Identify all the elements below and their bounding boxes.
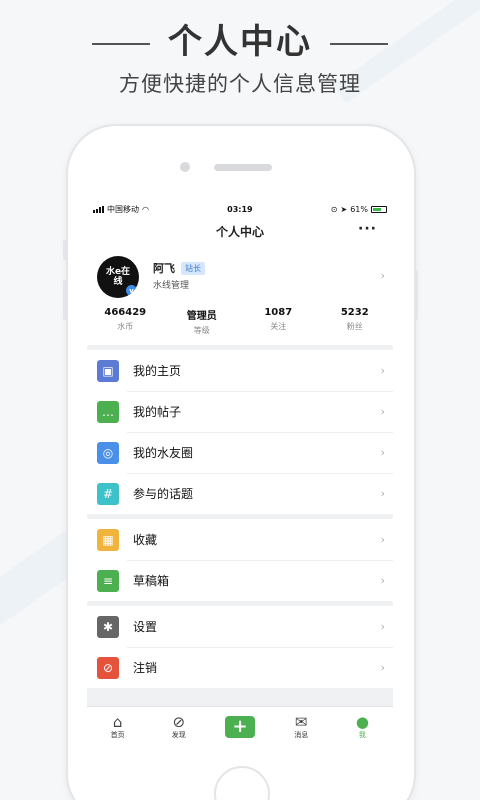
plus-icon: + [225, 715, 255, 738]
role-badge: 站长 [181, 261, 205, 275]
promo-title-row: 个人中心 [0, 14, 480, 63]
menu-item[interactable]: ≡ 草稿箱 › [87, 560, 393, 601]
menu-item[interactable]: ◎ 我的水友圈 › [87, 432, 393, 473]
stat-value: 5232 [340, 307, 369, 318]
location-icon: ➤ [340, 204, 348, 214]
menu-item-label: 草稿箱 [133, 574, 170, 588]
avatar: 水e在线 v [97, 256, 139, 298]
chevron-right-icon: › [380, 487, 385, 500]
phone-speaker [214, 164, 272, 171]
chevron-right-icon: › [380, 405, 385, 418]
stat-label: 等级 [193, 326, 210, 335]
person-icon: ● [355, 712, 369, 731]
more-button[interactable]: ··· [358, 221, 377, 237]
tab-label: 消息 [294, 730, 309, 739]
menu-item[interactable]: ▣ 我的主页 › [87, 350, 393, 391]
tab-bar: ⌂ 首页 ⊘ 发现 + ✉ 消息 ● 我 [87, 706, 393, 746]
compass-icon: ⊘ [172, 712, 186, 731]
menu-item[interactable]: ✱ 设置 › [87, 606, 393, 647]
phone-camera [180, 162, 190, 172]
battery-percent: 61% [350, 204, 368, 214]
tab-person[interactable]: ● 我 [332, 707, 393, 746]
phone-side-button [63, 240, 67, 260]
chevron-right-icon: › [380, 364, 385, 377]
home-icon: ⌂ [112, 712, 123, 731]
signal-icon [93, 205, 104, 213]
menu-item-label: 我的帖子 [133, 405, 182, 419]
menu-item-label: 注销 [133, 661, 158, 675]
stat-1[interactable]: 管理员 等级 [164, 307, 241, 345]
tab-label: 首页 [110, 730, 125, 739]
menu-group: ▣ 我的主页 › … 我的帖子 › ◎ 我的水友圈 › # 参与的话题 › [87, 350, 393, 514]
phone-home-button [214, 766, 270, 800]
stat-0[interactable]: 466429 水币 [87, 307, 164, 345]
chevron-right-icon: › [380, 446, 385, 459]
profile-name: 阿飞 [153, 262, 175, 275]
status-time: 03:19 [227, 204, 253, 214]
tab-mail[interactable]: ✉ 消息 [271, 707, 332, 746]
swirl-icon: ◎ [97, 441, 119, 464]
carrier-label: 中国移动 [107, 204, 139, 214]
profile-subtitle: 水线管理 [153, 281, 190, 291]
menu-item-label: 我的水友圈 [133, 446, 194, 460]
chat-icon: … [97, 400, 119, 423]
phone-side-button [414, 270, 418, 320]
menu-group: ▦ 收藏 › ≡ 草稿箱 › [87, 519, 393, 601]
stat-label: 水币 [117, 322, 134, 331]
hash-icon: # [97, 482, 119, 505]
stat-value: 466429 [104, 307, 147, 318]
avatar-text: 水e在线 [105, 267, 131, 287]
box-icon: ▦ [97, 528, 119, 551]
app-store-screenshot: 个人中心 方便快捷的个人信息管理 中国移动 ◠ 03:19 ⊙ ➤ 61% 个人… [0, 0, 480, 800]
menu-item[interactable]: # 参与的话题 › [87, 473, 393, 514]
wifi-icon: ◠ [142, 204, 149, 214]
nav-bar: 个人中心 ··· [87, 218, 393, 244]
menu-list: ▣ 我的主页 ›… 我的帖子 › ◎ 我的水友圈 › # 参与的话题 › ▦ 收藏 › ≡ 草稿箱 › ✱ 设置 › ⊘… [87, 350, 393, 688]
nav-title: 个人中心 [215, 224, 264, 239]
stat-2[interactable]: 1087 关注 [240, 307, 317, 345]
app-screen: 中国移动 ◠ 03:19 ⊙ ➤ 61% 个人中心 ··· 水e在线 v 阿飞 … [87, 200, 393, 746]
stat-label: 关注 [270, 322, 287, 331]
title-dash-left [92, 42, 150, 45]
tab-label: 我 [358, 730, 366, 739]
chevron-right-icon: › [380, 661, 385, 674]
tab-label: 发现 [171, 730, 186, 739]
menu-item-label: 收藏 [133, 533, 158, 547]
image-icon: ▣ [97, 359, 119, 382]
menu-item[interactable]: ▦ 收藏 › [87, 519, 393, 560]
ban-icon: ⊘ [97, 656, 119, 679]
stat-value: 1087 [264, 307, 293, 318]
tab-home[interactable]: ⌂ 首页 [87, 707, 148, 746]
profile-name-row: 阿飞 站长 [153, 260, 205, 276]
menu-item-label: 参与的话题 [133, 487, 194, 501]
stats-row: 466429 水币 管理员等级 1087 关注 5232 粉丝 [87, 307, 393, 345]
stat-value: 管理员 [186, 311, 217, 322]
menu-item-label: 设置 [133, 620, 158, 634]
menu-group: ✱ 设置 › ⊘ 注销 › [87, 606, 393, 688]
chevron-right-icon: › [380, 574, 385, 587]
menu-item-label: 我的主页 [133, 364, 182, 378]
menu-item[interactable]: … 我的帖子 › [87, 391, 393, 432]
chevron-right-icon: › [380, 269, 385, 282]
stat-label: 粉丝 [346, 322, 363, 331]
title-dash-right [330, 42, 388, 45]
lock-rotation-icon: ⊙ [330, 204, 338, 214]
mail-icon: ✉ [294, 712, 308, 731]
stat-3[interactable]: 5232 粉丝 [317, 307, 394, 345]
tab-plus[interactable]: + [209, 707, 270, 746]
menu-item[interactable]: ⊘ 注销 › [87, 647, 393, 688]
profile-card[interactable]: 水e在线 v 阿飞 站长 水线管理 › [87, 244, 393, 307]
phone-side-button [63, 280, 67, 320]
chevron-right-icon: › [380, 620, 385, 633]
note-icon: ≡ [97, 569, 119, 592]
promo-subtitle: 方便快捷的个人信息管理 [119, 72, 361, 96]
verified-icon: v [126, 285, 137, 296]
status-bar: 中国移动 ◠ 03:19 ⊙ ➤ 61% [87, 200, 393, 218]
tab-compass[interactable]: ⊘ 发现 [148, 707, 209, 746]
gear-icon: ✱ [97, 615, 119, 638]
promo-title: 个人中心 [168, 22, 312, 62]
chevron-right-icon: › [380, 533, 385, 546]
battery-icon [370, 205, 387, 213]
